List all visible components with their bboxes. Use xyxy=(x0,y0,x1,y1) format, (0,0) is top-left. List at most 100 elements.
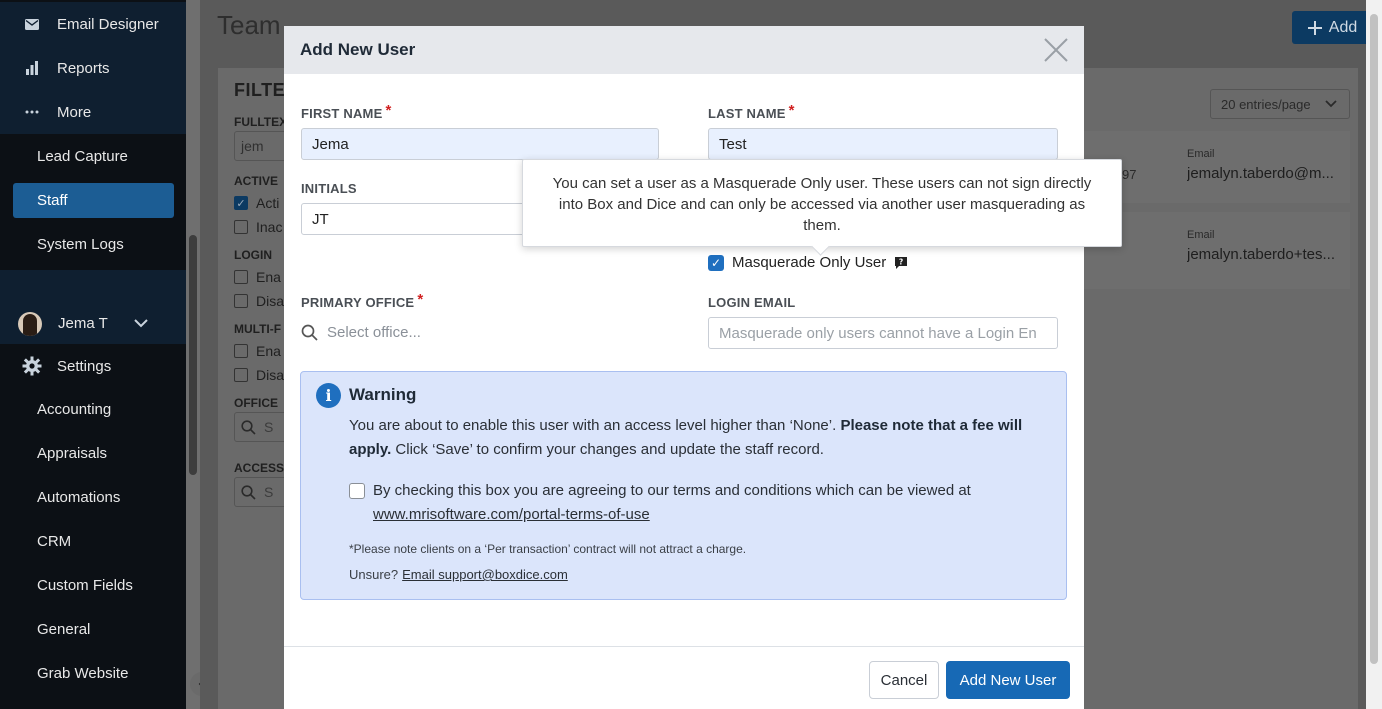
sidebar-item-appraisals[interactable]: Appraisals xyxy=(0,431,186,475)
primary-office-label: PRIMARY OFFICE * xyxy=(301,291,423,312)
filter-label-login: LOGIN xyxy=(234,248,272,262)
filter-inactive-option[interactable]: Inac xyxy=(234,219,282,235)
info-icon: i xyxy=(316,383,341,408)
first-name-label: FIRST NAME * xyxy=(301,102,392,123)
email-value: jemalyn.taberdo@m... xyxy=(1187,165,1334,182)
sidebar-item-label: System Logs xyxy=(37,235,124,253)
terms-text: By checking this box you are agreeing to… xyxy=(373,482,971,499)
initials-label: INITIALS xyxy=(301,181,357,196)
add-button[interactable]: Add xyxy=(1292,11,1372,44)
help-icon[interactable]: ? xyxy=(894,256,908,270)
label-text: LAST NAME xyxy=(708,106,786,121)
sidebar-item-reports[interactable]: Reports xyxy=(0,46,186,90)
chevron-down-icon xyxy=(1324,100,1337,108)
entries-per-page-select[interactable]: 20 entries/page xyxy=(1210,89,1350,119)
warning-box: i Warning You are about to enable this u… xyxy=(300,371,1067,600)
sidebar-item-email-designer[interactable]: Email Designer xyxy=(0,2,186,46)
page-scrollbar-thumb[interactable] xyxy=(1370,14,1378,664)
sidebar-separator xyxy=(0,270,186,303)
filter-login-enabled[interactable]: Ena xyxy=(234,269,281,285)
warning-text: Click ‘Save’ to confirm your changes and… xyxy=(395,441,824,458)
email-key: Email xyxy=(1187,229,1215,241)
warning-title: Warning xyxy=(349,385,417,404)
svg-text:?: ? xyxy=(899,257,903,266)
row-fragment: 97 xyxy=(1122,167,1137,182)
sidebar-item-settings[interactable]: Settings xyxy=(0,344,186,388)
search-icon xyxy=(301,324,319,341)
filter-login-disabled[interactable]: Disa xyxy=(234,293,284,309)
masquerade-checkbox[interactable]: ✓ xyxy=(708,254,724,271)
support-email-link[interactable]: Email support@boxdice.com xyxy=(402,567,568,582)
warning-text: You are about to enable this user with a… xyxy=(349,417,837,434)
sidebar-item-system-logs[interactable]: System Logs xyxy=(0,222,186,266)
cancel-button[interactable]: Cancel xyxy=(869,661,939,699)
sidebar-item-accounting[interactable]: Accounting xyxy=(0,387,186,431)
terms-agreement[interactable]: By checking this box you are agreeing to… xyxy=(349,479,1049,527)
initials-field[interactable]: JT xyxy=(301,203,541,235)
required-mark: * xyxy=(417,291,424,308)
sidebar-item-label: Appraisals xyxy=(37,444,108,462)
modal-title: Add New User xyxy=(300,40,416,59)
label-text: PRIMARY OFFICE xyxy=(301,295,415,310)
support-line: Unsure? Email support@boxdice.com xyxy=(349,567,568,582)
checkbox[interactable] xyxy=(234,294,248,308)
table-row[interactable]: 97 Email jemalyn.taberdo@m... xyxy=(1084,131,1350,203)
required-mark: * xyxy=(788,102,795,119)
last-name-field[interactable]: Test xyxy=(708,128,1058,160)
checkbox[interactable] xyxy=(234,368,248,382)
first-name-field[interactable]: Jema xyxy=(301,128,659,160)
sidebar-item-label: Settings xyxy=(57,357,112,375)
sidebar-item-grab-website[interactable]: Grab Website xyxy=(0,651,186,695)
option-label: Inac xyxy=(256,219,283,235)
filter-mfa-enabled[interactable]: Ena xyxy=(234,343,281,359)
checkbox[interactable] xyxy=(234,220,248,234)
sidebar-item-general[interactable]: General xyxy=(0,607,186,651)
sidebar-item-label: Lead Capture xyxy=(37,147,128,165)
option-label: Disa xyxy=(256,367,285,383)
option-label: Acti xyxy=(256,195,280,211)
search-icon xyxy=(241,419,256,435)
sidebar-item-crm[interactable]: CRM xyxy=(0,519,186,563)
add-new-user-button[interactable]: Add New User xyxy=(946,661,1070,699)
checkbox[interactable] xyxy=(234,344,248,358)
checkbox-checked[interactable]: ✓ xyxy=(234,196,248,210)
close-icon[interactable] xyxy=(1042,36,1070,64)
filter-active-option[interactable]: ✓ Acti xyxy=(234,195,279,211)
mail-icon xyxy=(22,18,42,30)
checkbox[interactable] xyxy=(234,270,248,284)
sidebar-item-label: Accounting xyxy=(37,400,112,418)
sidebar-item-custom-fields[interactable]: Custom Fields xyxy=(0,563,186,607)
filter-mfa-disabled[interactable]: Disa xyxy=(234,367,284,383)
filter-label-mfa: MULTI-F xyxy=(234,322,282,336)
user-menu[interactable]: Jema T xyxy=(0,303,186,344)
masquerade-only-option[interactable]: ✓ Masquerade Only User ? xyxy=(708,254,908,271)
terms-link[interactable]: www.mrisoftware.com/portal-terms-of-use xyxy=(373,506,650,523)
sidebar-item-more[interactable]: More xyxy=(0,90,186,134)
filter-label-fulltext: FULLTEX xyxy=(234,115,288,129)
filter-label-active: ACTIVE xyxy=(234,174,279,188)
terms-checkbox[interactable] xyxy=(349,483,365,499)
table-row[interactable]: Email jemalyn.taberdo+tes... xyxy=(1084,212,1350,289)
access-filter-stub: S xyxy=(264,484,274,500)
terms-text-wrap: By checking this box you are agreeing to… xyxy=(373,479,971,527)
sidebar-scrollbar-thumb[interactable] xyxy=(189,235,197,475)
sidebar-item-lead-capture[interactable]: Lead Capture xyxy=(0,134,186,178)
office-filter-stub: S xyxy=(264,419,274,435)
required-mark: * xyxy=(385,102,392,119)
add-user-modal: Add New User FIRST NAME * Jema LAST NAME *… xyxy=(284,26,1084,709)
avatar xyxy=(18,311,42,336)
search-icon xyxy=(241,484,256,500)
office-select[interactable]: Select office... xyxy=(301,317,661,347)
sidebar: Email Designer Reports More Lead Capture… xyxy=(0,0,186,709)
login-email-field[interactable]: Masquerade only users cannot have a Logi… xyxy=(708,317,1058,349)
office-placeholder: Select office... xyxy=(327,323,421,341)
user-name: Jema T xyxy=(58,315,108,332)
login-email-label: LOGIN EMAIL xyxy=(708,295,796,310)
more-icon xyxy=(22,110,42,114)
sidebar-item-staff[interactable]: Staff xyxy=(13,183,174,218)
sidebar-item-automations[interactable]: Automations xyxy=(0,475,186,519)
page-title: Team xyxy=(217,10,281,40)
entries-label: 20 entries/page xyxy=(1221,96,1311,112)
sidebar-item-label: Custom Fields xyxy=(37,576,133,594)
chevron-down-icon xyxy=(134,319,148,328)
